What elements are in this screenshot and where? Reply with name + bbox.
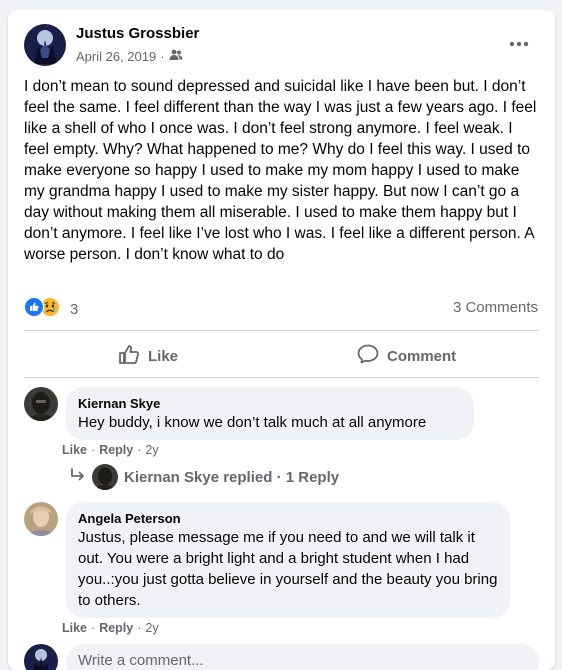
commenter-avatar[interactable]: [24, 502, 58, 536]
comment-like-link[interactable]: Like: [62, 443, 87, 457]
commenter-name[interactable]: Angela Peterson: [78, 510, 498, 527]
comment-button[interactable]: Comment: [357, 342, 456, 370]
more-dots-icon: [509, 41, 529, 47]
author-name[interactable]: Justus Grossbier: [76, 25, 199, 42]
action-separator: ·: [91, 621, 96, 635]
reply-arrow-icon: [70, 468, 86, 486]
comment-text: Hey buddy, i know we don’t talk much at …: [78, 414, 427, 431]
comment-like-link[interactable]: Like: [62, 621, 87, 635]
write-comment-row: Write a comment...: [24, 644, 539, 670]
action-separator: ·: [137, 621, 142, 635]
current-user-avatar: [24, 644, 58, 670]
post-date[interactable]: April 26, 2019: [76, 49, 156, 64]
comment-bubble: Angela Peterson Justus, please message m…: [66, 502, 510, 618]
comments-count-link[interactable]: 3 Comments: [453, 299, 538, 316]
reactions-summary[interactable]: 3: [24, 297, 78, 322]
divider-top: [24, 330, 539, 331]
post-header: Justus Grossbier April 26, 2019 ·: [24, 24, 539, 68]
commenter-name[interactable]: Kiernan Skye: [78, 395, 462, 412]
comment-bubble-icon: [357, 344, 379, 368]
author-avatar[interactable]: [24, 24, 66, 66]
like-label: Like: [148, 347, 179, 365]
comment-bubble: Kiernan Skye Hey buddy, i know we don’t …: [66, 387, 474, 440]
like-button[interactable]: Like: [118, 342, 178, 370]
reaction-count: 3: [70, 301, 79, 318]
more-options-button[interactable]: [507, 32, 531, 56]
post-card: Justus Grossbier April 26, 2019 · I don’…: [8, 10, 555, 670]
commenter-avatar[interactable]: [24, 387, 58, 421]
action-separator: ·: [91, 443, 96, 457]
comment-time[interactable]: 2y: [145, 621, 158, 635]
comment-reply-link[interactable]: Reply: [99, 443, 133, 457]
meta-separator: ·: [160, 49, 165, 64]
action-separator: ·: [137, 443, 142, 457]
replier-avatar: [92, 464, 118, 490]
comment-time[interactable]: 2y: [145, 443, 158, 457]
comment-input[interactable]: Write a comment...: [66, 644, 539, 670]
comment-label: Comment: [387, 347, 457, 365]
post-text: I don’t mean to sound depressed and suic…: [24, 78, 537, 263]
comment-reply-link[interactable]: Reply: [99, 621, 133, 635]
replies-summary: Kiernan Skye replied · 1 Reply: [124, 468, 340, 486]
friends-icon: [169, 49, 183, 64]
comment-actions: Like · Reply · 2y: [62, 443, 159, 457]
comment-actions: Like · Reply · 2y: [62, 621, 159, 635]
thumbs-up-icon: [118, 344, 140, 368]
comment-text: Justus, please message me if you need to…: [78, 529, 498, 609]
view-replies-link[interactable]: Kiernan Skye replied · 1 Reply: [70, 464, 339, 490]
post-meta: April 26, 2019 ·: [76, 49, 183, 64]
like-icon: [24, 297, 44, 322]
divider-bottom: [24, 377, 539, 378]
